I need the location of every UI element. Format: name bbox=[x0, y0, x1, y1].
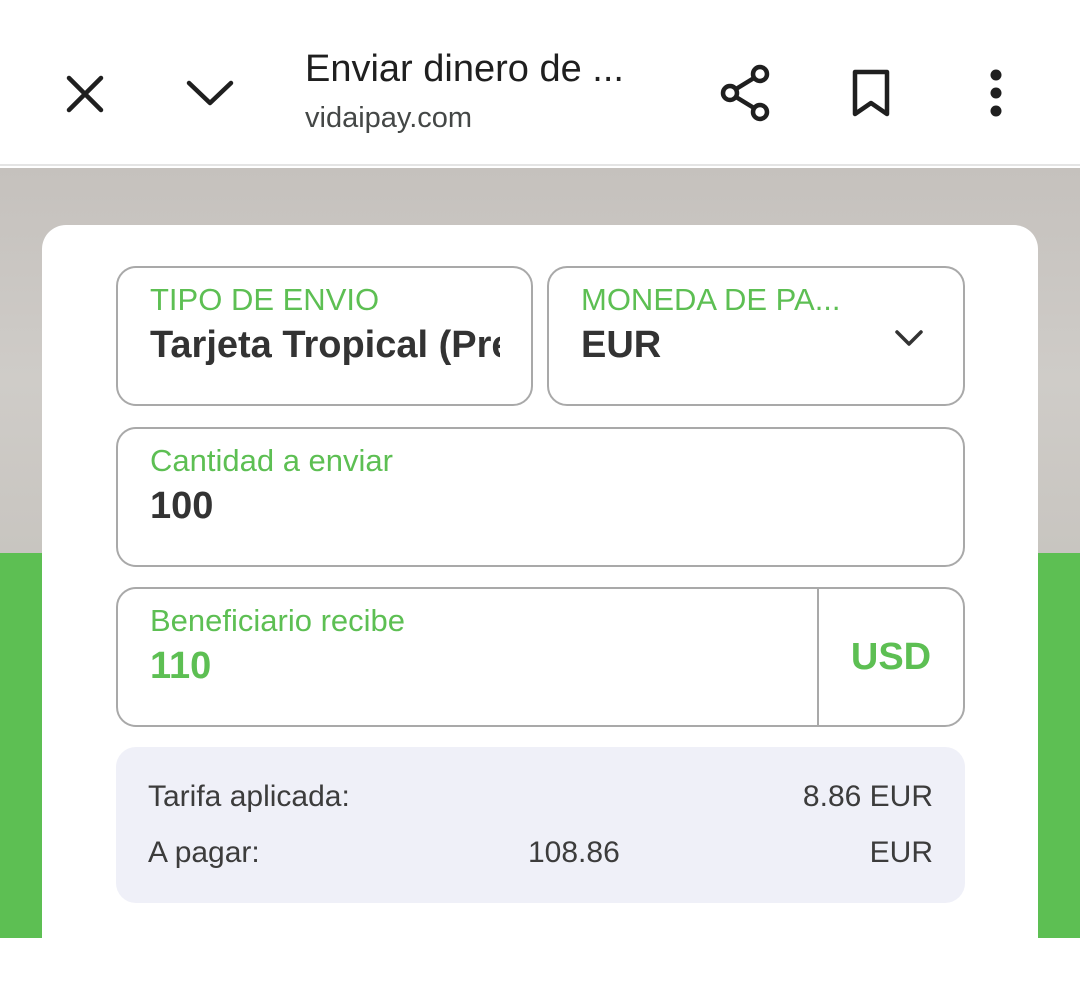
tipo-envio-value: Tarjeta Tropical (Prepago) bbox=[150, 324, 500, 366]
tipo-envio-label: TIPO DE ENVIO bbox=[150, 282, 380, 317]
bookmark-icon bbox=[852, 69, 890, 117]
beneficiario-recibe-label: Beneficiario recibe bbox=[150, 603, 406, 638]
pagar-amount: 108.86 bbox=[528, 836, 620, 869]
share-icon bbox=[720, 64, 770, 122]
tarifa-label: Tarifa aplicada: bbox=[148, 780, 350, 813]
beneficiario-recibe-field[interactable]: Beneficiario recibe 110 USD bbox=[116, 587, 965, 727]
share-button[interactable] bbox=[715, 62, 777, 124]
beneficiario-recibe-value: 110 bbox=[150, 645, 212, 687]
moneda-pago-select[interactable]: MONEDA DE PA... EUR bbox=[547, 266, 965, 406]
cantidad-enviar-value: 100 bbox=[150, 485, 214, 527]
more-vert-icon bbox=[990, 69, 1002, 117]
bookmark-button[interactable] bbox=[840, 62, 902, 124]
minimize-button[interactable] bbox=[180, 62, 240, 122]
page-info[interactable]: Enviar dinero de ... vidaipay.com bbox=[305, 44, 675, 138]
tarifa-value: 8.86 EUR bbox=[802, 780, 933, 813]
cantidad-enviar-label: Cantidad a enviar bbox=[150, 443, 393, 478]
more-options-button[interactable] bbox=[966, 62, 1026, 124]
pagar-currency: EUR bbox=[869, 836, 933, 869]
tipo-envio-select[interactable]: TIPO DE ENVIO Tarjeta Tropical (Prepago) bbox=[116, 266, 533, 406]
payment-summary: Tarifa aplicada: 8.86 EUR A pagar: 108.8… bbox=[116, 747, 965, 903]
browser-toolbar: Enviar dinero de ... vidaipay.com bbox=[0, 0, 1080, 166]
beneficiario-currency: USD bbox=[817, 589, 963, 725]
chevron-down-icon bbox=[186, 80, 234, 106]
moneda-pago-value: EUR bbox=[581, 324, 662, 366]
page-url: vidaipay.com bbox=[305, 102, 473, 134]
cantidad-enviar-field[interactable]: Cantidad a enviar 100 bbox=[116, 427, 965, 567]
close-icon bbox=[66, 75, 104, 113]
pagar-label: A pagar: bbox=[148, 836, 260, 869]
close-button[interactable] bbox=[55, 64, 115, 124]
moneda-pago-label: MONEDA DE PA... bbox=[581, 282, 841, 317]
page-title: Enviar dinero de ... bbox=[305, 48, 624, 90]
chevron-down-icon bbox=[895, 330, 923, 346]
